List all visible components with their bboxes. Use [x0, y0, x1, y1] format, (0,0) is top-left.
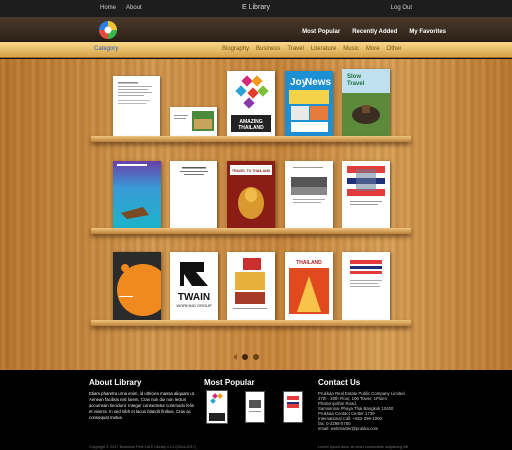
book-small-card[interactable] [170, 107, 217, 136]
book-thailand-red[interactable]: THAILAND [285, 252, 333, 320]
recently-added-link[interactable]: Recently Added [352, 29, 397, 35]
book-thai-magazine[interactable] [227, 252, 275, 320]
shelf-bottom [91, 320, 411, 326]
my-favorites-link[interactable]: My Favorites [409, 29, 446, 35]
book-orange-circle[interactable] [113, 252, 161, 320]
bookshelf: AMAZING THAILAND Joy News Slow Travel TR… [0, 59, 512, 370]
book-slow-travel-thailand[interactable]: Slow Travel [342, 69, 390, 136]
book-beach-island[interactable] [113, 161, 161, 228]
book-twain-working-group[interactable]: TWAIN WORKING GROUP [170, 252, 218, 320]
most-popular-link[interactable]: Most Popular [302, 29, 340, 35]
svg-text:THAILAND: THAILAND [238, 125, 264, 131]
shelf-middle [91, 228, 411, 234]
about-text: Etiam pharetra urna enim, id ultricies m… [89, 391, 196, 420]
book-document-flag[interactable] [342, 252, 390, 320]
footer-about: About Library Etiam pharetra urna enim, … [89, 378, 197, 421]
popular-title: Most Popular [204, 378, 255, 387]
contact-email[interactable]: email: webmaster@prukka.com [318, 426, 428, 431]
book-buddha-travel[interactable]: TRAVEL TO THAILAND [227, 161, 275, 228]
svg-text:Slow: Slow [347, 74, 361, 80]
page-dot-2[interactable] [253, 354, 259, 360]
copyright-left: Copyright © 2017 Business First Ltd E Li… [89, 445, 197, 449]
svg-text:WORKING GROUP: WORKING GROUP [176, 303, 212, 308]
category-business[interactable]: Business [256, 46, 280, 52]
book-document-white[interactable] [113, 76, 160, 136]
shelf-top [91, 136, 411, 142]
category-music[interactable]: Music [343, 46, 359, 52]
svg-text:Travel: Travel [347, 81, 365, 87]
logout-link[interactable]: Log Out [391, 5, 412, 11]
category-other[interactable]: Other [387, 46, 402, 52]
pagination [233, 354, 259, 360]
header-links: Most Popular Recently Added My Favorites [302, 29, 446, 35]
app-title: E Library [241, 4, 270, 11]
category-bar: Category Biography Business Travel Liter… [0, 42, 512, 58]
popular-book-3[interactable] [283, 391, 303, 423]
category-list: Biography Business Travel Literature Mus… [222, 46, 402, 52]
popular-book-2[interactable] [245, 391, 265, 423]
category-travel[interactable]: Travel [287, 46, 303, 52]
header-band: Most Popular Recently Added My Favorites [0, 17, 512, 42]
footer: About Library Etiam pharetra urna enim, … [0, 370, 512, 450]
category-literature[interactable]: Literature [311, 46, 336, 52]
book-thai-flag[interactable] [342, 161, 390, 228]
book-amazing-thailand[interactable]: AMAZING THAILAND [227, 71, 275, 136]
page-dot-1[interactable] [242, 354, 248, 360]
about-title: About Library [89, 378, 142, 387]
category-more[interactable]: More [366, 46, 380, 52]
category-biography[interactable]: Biography [222, 46, 249, 52]
prev-page-arrow-icon[interactable] [233, 354, 237, 360]
contact-title: Contact Us [318, 378, 361, 387]
top-bar: Home About E Library Log Out [0, 0, 512, 17]
book-joy-news[interactable]: Joy News [285, 71, 333, 136]
svg-text:THAILAND: THAILAND [296, 260, 322, 266]
library-logo-icon[interactable] [98, 20, 118, 40]
category-button[interactable]: Category [94, 46, 118, 52]
svg-text:TRAVEL TO THAILAND: TRAVEL TO THAILAND [232, 169, 271, 173]
popular-book-1[interactable] [206, 390, 228, 424]
svg-text:News: News [305, 77, 332, 88]
book-document-text[interactable] [170, 161, 217, 228]
svg-text:TWAIN: TWAIN [178, 292, 210, 303]
book-document-photo[interactable] [285, 161, 333, 228]
copyright-right: Lorem ipsum dolor sit amet consectetur a… [318, 445, 409, 449]
footer-contact: Contact Us Prukkaa Real Estate Public Co… [318, 378, 428, 431]
